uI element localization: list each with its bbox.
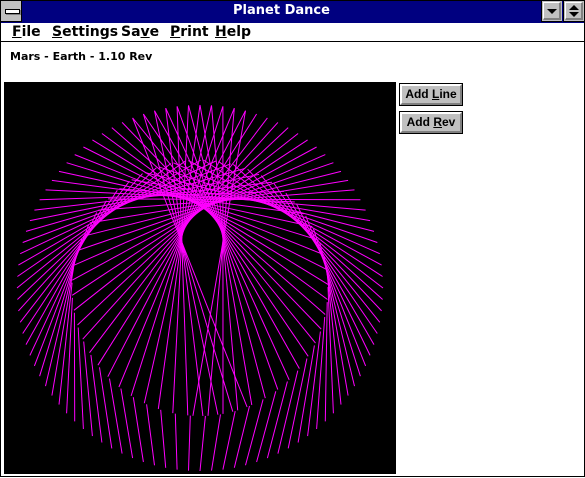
dance-line bbox=[175, 414, 177, 470]
add-line-button[interactable]: Add Line bbox=[399, 83, 463, 106]
menu-help[interactable]: Help bbox=[215, 23, 251, 41]
maximize-arrow-down-icon bbox=[569, 12, 579, 17]
dance-line bbox=[246, 399, 264, 465]
maximize-button[interactable] bbox=[563, 1, 584, 22]
dance-line bbox=[158, 105, 200, 409]
dance-line bbox=[20, 181, 129, 322]
dance-line bbox=[208, 108, 234, 416]
app-window: Planet Dance File Settings Save Print He… bbox=[0, 0, 585, 477]
dance-line bbox=[267, 382, 287, 459]
dance-line bbox=[261, 176, 380, 323]
dance-line bbox=[161, 410, 166, 468]
dance-line bbox=[147, 404, 155, 465]
dance-line bbox=[110, 379, 123, 454]
dance-line bbox=[189, 416, 191, 471]
dance-line bbox=[257, 391, 276, 462]
dance-line bbox=[314, 229, 361, 376]
minimize-arrow-icon bbox=[547, 9, 557, 14]
system-menu-button[interactable] bbox=[1, 1, 22, 22]
dance-line bbox=[67, 298, 73, 414]
add-rev-button[interactable]: Add Rev bbox=[399, 111, 463, 134]
dance-line bbox=[325, 302, 327, 421]
dance-line bbox=[223, 411, 235, 470]
dance-line bbox=[278, 371, 298, 454]
dance-line bbox=[46, 253, 77, 386]
dance-line bbox=[306, 216, 366, 366]
title-bar[interactable]: Planet Dance bbox=[1, 1, 584, 23]
menu-save[interactable]: Save bbox=[121, 23, 159, 41]
dance-line bbox=[143, 114, 308, 356]
menu-print[interactable]: Print bbox=[170, 23, 209, 41]
dance-line bbox=[78, 328, 83, 430]
dance-line bbox=[26, 201, 106, 345]
planet-dance-plot bbox=[4, 82, 396, 474]
dance-line bbox=[166, 108, 290, 380]
dance-line bbox=[17, 163, 171, 288]
menu-file[interactable]: File bbox=[12, 23, 41, 41]
dance-line bbox=[17, 168, 156, 300]
dance-line bbox=[91, 355, 102, 443]
menu-bar: File Settings Save Print Help bbox=[1, 23, 584, 42]
dance-line bbox=[133, 397, 143, 462]
planet-dance-canvas bbox=[4, 82, 396, 474]
dance-line bbox=[177, 106, 278, 389]
window-title: Planet Dance bbox=[23, 3, 540, 18]
dance-line bbox=[193, 111, 246, 416]
dance-line bbox=[317, 317, 325, 429]
maximize-arrow-up-icon bbox=[569, 5, 579, 10]
minimize-button[interactable] bbox=[541, 1, 562, 22]
status-label: Mars - Earth - 1.10 Rev bbox=[10, 50, 152, 63]
dance-line bbox=[212, 414, 221, 470]
dance-line bbox=[78, 128, 289, 325]
dance-line bbox=[200, 416, 205, 471]
system-menu-icon bbox=[5, 9, 20, 14]
dance-line bbox=[121, 389, 133, 459]
menu-settings[interactable]: Settings bbox=[52, 23, 118, 41]
